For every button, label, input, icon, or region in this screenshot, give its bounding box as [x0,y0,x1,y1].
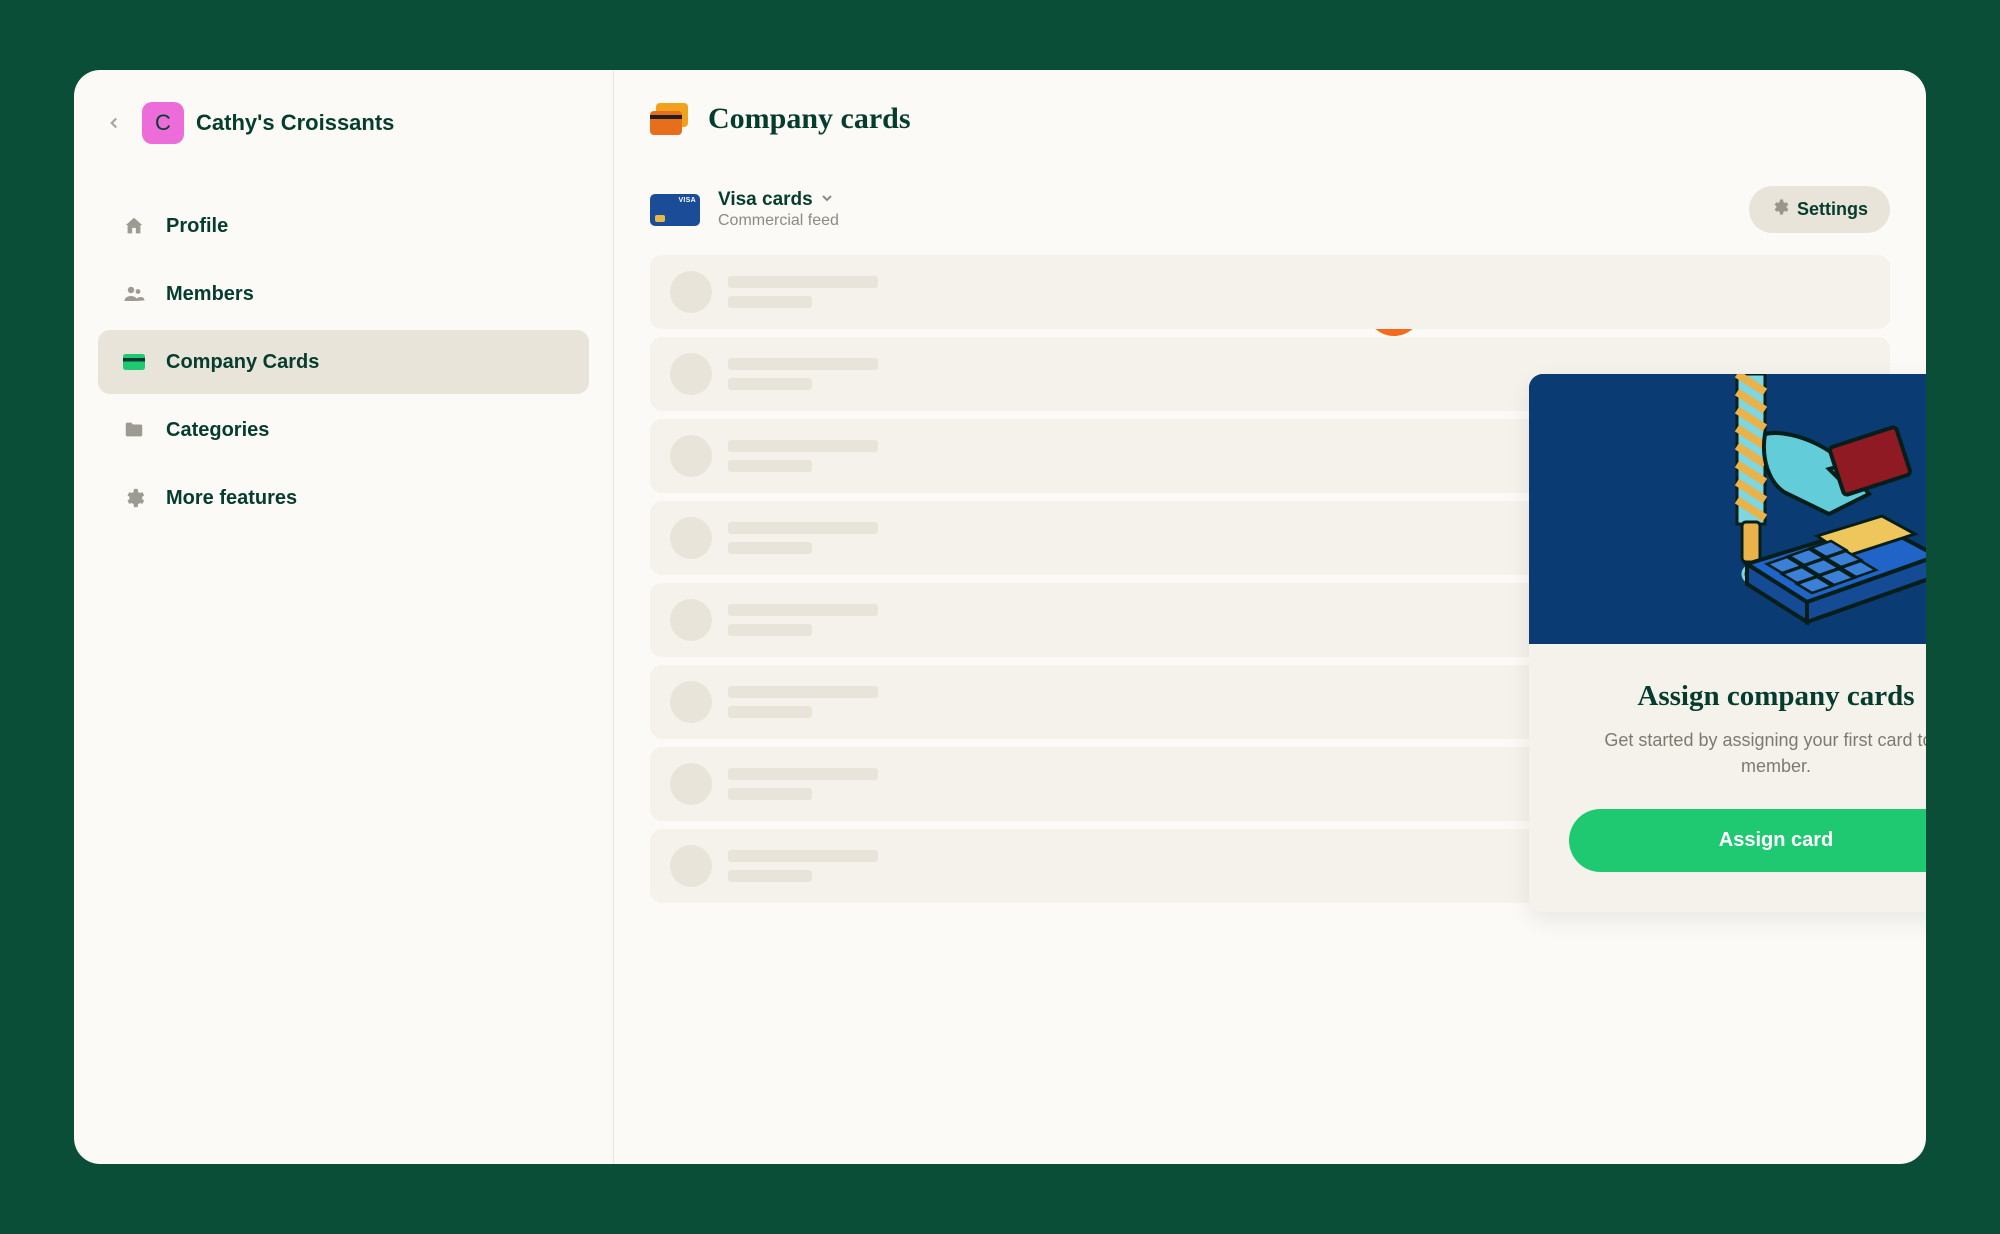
main-header: Company cards [650,102,1890,136]
home-icon [122,214,146,238]
sidebar-item-members[interactable]: Members [98,262,589,326]
sidebar: C Cathy's Croissants Profile Members Com… [74,70,614,1164]
app-window: C Cathy's Croissants Profile Members Com… [74,70,1926,1164]
sidebar-item-label: Categories [166,419,269,442]
card-icon [122,350,146,374]
sidebar-item-label: Members [166,283,254,306]
settings-button[interactable]: Settings [1749,186,1890,233]
back-button[interactable] [98,107,130,139]
assign-card-button[interactable]: Assign card [1569,809,1926,872]
feed-selector[interactable]: Visa cards Commercial feed [650,189,839,230]
sidebar-item-label: Profile [166,215,228,238]
sidebar-item-categories[interactable]: Categories [98,398,589,462]
visa-card-icon [650,194,700,226]
sidebar-item-company-cards[interactable]: Company Cards [98,330,589,394]
feed-subtitle: Commercial feed [718,212,839,230]
card-terminal-illustration-icon [1529,374,1926,644]
sidebar-item-profile[interactable]: Profile [98,194,589,258]
skeleton-row [650,255,1890,329]
chevron-left-icon [105,114,123,132]
main-panel: Company cards Visa cards Commercial feed [614,70,1926,1164]
sidebar-item-more-features[interactable]: More features [98,466,589,530]
gear-icon [122,486,146,510]
modal-title: Assign company cards [1569,680,1926,713]
modal-hero-illustration [1529,374,1926,644]
sidebar-item-label: More features [166,487,297,510]
workspace-header: C Cathy's Croissants [98,102,589,144]
chevron-down-icon [819,190,835,211]
feed-bar: Visa cards Commercial feed Settings [650,186,1890,233]
workspace-avatar: C [142,102,184,144]
modal-body: Assign company cards Get started by assi… [1529,644,1926,912]
modal-subtitle: Get started by assigning your first card… [1569,727,1926,779]
page-title: Company cards [708,102,911,136]
gear-icon [1771,198,1789,221]
workspace-name: Cathy's Croissants [196,110,394,136]
settings-label: Settings [1797,199,1868,220]
sidebar-item-label: Company Cards [166,351,319,374]
company-cards-icon [650,103,690,135]
assign-card-modal: Assign company cards Get started by assi… [1529,374,1926,912]
members-icon [122,282,146,306]
folder-icon [122,418,146,442]
feed-title: Visa cards [718,189,813,211]
